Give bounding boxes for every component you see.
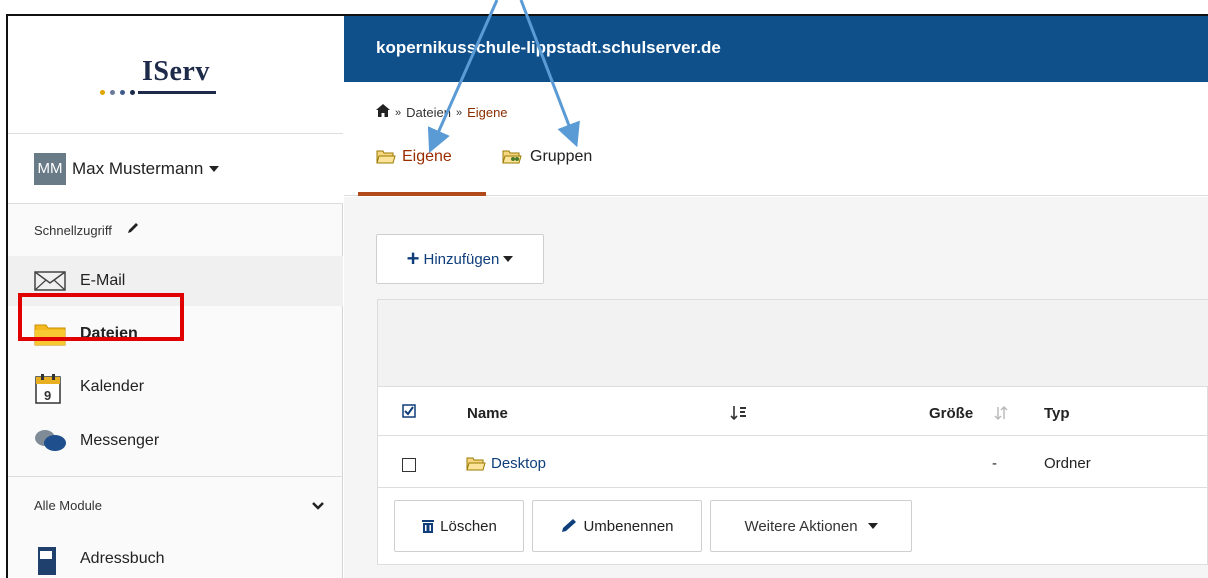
delete-button-label: Löschen <box>440 517 497 535</box>
column-header-name[interactable]: Name <box>467 405 508 422</box>
sort-alpha-icon[interactable] <box>730 405 748 425</box>
column-header-size[interactable]: Größe <box>929 405 973 422</box>
tab-label: Gruppen <box>530 148 593 165</box>
sort-icon[interactable] <box>994 405 1008 425</box>
all-modules-toggle[interactable]: Alle Module <box>34 498 334 514</box>
column-header-type[interactable]: Typ <box>1044 405 1070 422</box>
trash-icon <box>422 519 435 533</box>
more-actions-label: Weitere Aktionen <box>744 517 858 535</box>
breadcrumb-separator: » <box>395 106 402 119</box>
dateien-highlight-box <box>18 293 184 341</box>
quick-access-heading: Schnellzugriff <box>34 221 140 239</box>
logo-dot-navy <box>130 90 135 95</box>
active-tab-indicator <box>358 192 486 196</box>
domain-title: kopernikusschule-lippstadt.schulserver.d… <box>376 38 721 57</box>
delete-button[interactable]: Löschen <box>394 500 524 552</box>
sidebar-divider <box>8 476 343 477</box>
open-folder-icon <box>376 150 396 164</box>
row-checkbox[interactable] <box>402 458 416 472</box>
sidebar-item-label: Adressbuch <box>80 550 165 567</box>
envelope-icon <box>34 268 70 294</box>
avatar: MM <box>34 152 66 185</box>
tab-label: Eigene <box>402 148 452 165</box>
logo[interactable]: IServ <box>8 16 343 134</box>
more-actions-button[interactable]: Weitere Aktionen <box>710 500 912 552</box>
plus-icon: + <box>406 246 420 271</box>
file-list-toolbar <box>378 300 1208 387</box>
table-footer-divider <box>378 487 1208 488</box>
logo-dot-yellow <box>100 90 105 95</box>
chevron-down-icon <box>312 498 324 514</box>
logo-dot-blue <box>120 90 125 95</box>
caret-down-icon <box>209 165 220 172</box>
user-menu[interactable]: MM Max Mustermann <box>8 134 343 204</box>
file-size: - <box>992 455 997 472</box>
open-folder-icon <box>466 457 486 470</box>
tab-eigene[interactable]: Eigene <box>376 148 452 166</box>
sidebar-item-label: E-Mail <box>80 272 126 289</box>
breadcrumb-eigene: Eigene <box>467 105 508 120</box>
caret-down-icon <box>867 523 878 529</box>
select-all-checkbox[interactable] <box>402 404 416 422</box>
breadcrumb: » Dateien » Eigene <box>376 104 508 121</box>
breadcrumb-dateien[interactable]: Dateien <box>406 105 451 120</box>
sidebar-item-label: Kalender <box>80 378 145 395</box>
screenshot-root: IServ MM Max Mustermann Schnellzugriff E… <box>0 0 1208 578</box>
table-header-divider <box>378 435 1208 436</box>
file-tabs: Eigene Gruppen <box>344 130 1208 196</box>
pencil-icon <box>562 519 577 532</box>
user-name: Max Mustermann <box>72 158 204 178</box>
tab-gruppen[interactable]: Gruppen <box>502 148 592 166</box>
chat-bubbles-icon <box>34 428 70 454</box>
sidebar-item-messenger[interactable]: Messenger <box>8 416 343 466</box>
logo-dot-grey <box>110 90 115 95</box>
calendar-day: 9 <box>44 388 51 403</box>
rename-button-label: Umbenennen <box>583 517 674 535</box>
sidebar-item-label: Messenger <box>80 432 160 449</box>
home-icon[interactable] <box>376 104 390 121</box>
file-type: Ordner <box>1044 455 1091 472</box>
file-name: Desktop <box>491 455 547 472</box>
group-folder-icon <box>502 150 522 164</box>
all-modules-label: Alle Module <box>34 498 102 513</box>
quick-access-label: Schnellzugriff <box>34 222 112 238</box>
rename-button[interactable]: Umbenennen <box>532 500 702 552</box>
sidebar-item-kalender[interactable]: 9 Kalender <box>8 362 343 412</box>
pencil-icon[interactable] <box>126 221 140 239</box>
breadcrumb-separator: » <box>455 106 463 119</box>
caret-down-icon <box>503 256 514 262</box>
table-row-name[interactable]: Desktop <box>466 455 546 472</box>
logo-underline <box>138 91 216 94</box>
top-header-bar: kopernikusschule-lippstadt.schulserver.d… <box>344 16 1208 82</box>
address-book-icon <box>34 546 70 575</box>
calendar-icon: 9 <box>34 374 70 404</box>
sidebar-item-adressbuch[interactable]: Adressbuch <box>8 534 343 578</box>
logo-text: IServ <box>142 56 210 87</box>
add-button-label: Hinzufügen <box>423 250 500 268</box>
add-button[interactable]: + Hinzufügen <box>376 234 544 284</box>
